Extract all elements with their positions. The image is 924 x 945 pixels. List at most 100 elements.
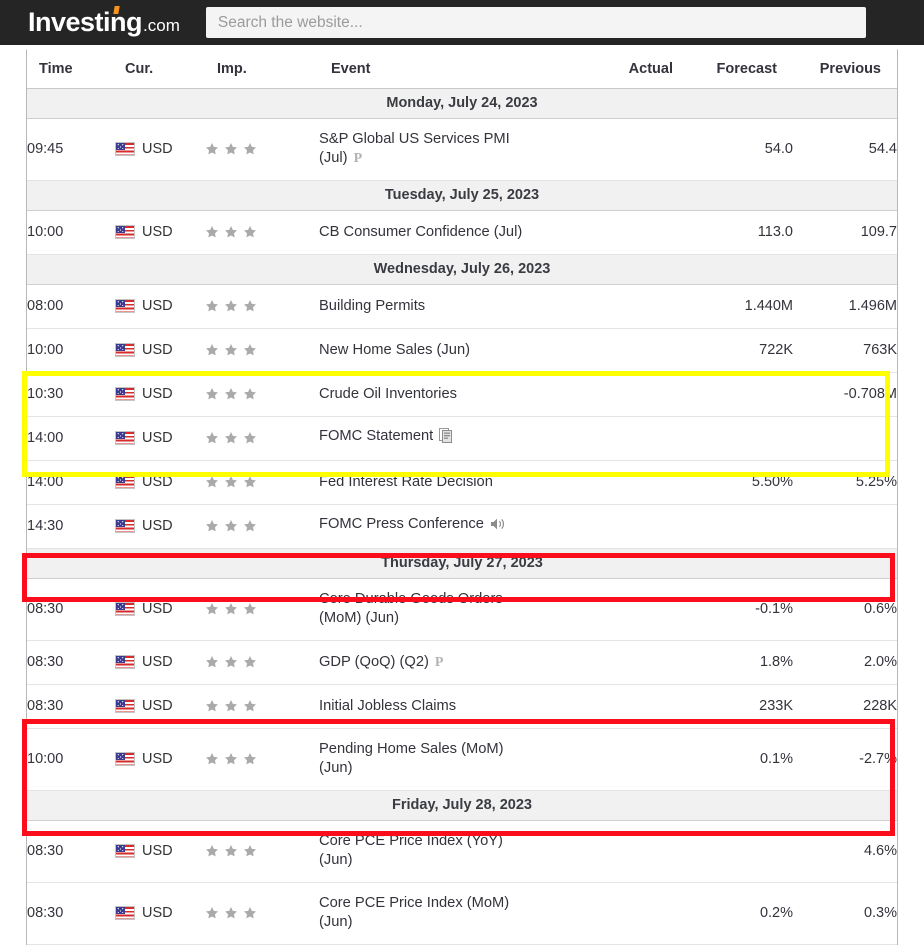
importance-star-icon [206, 143, 218, 155]
event-importance-cell[interactable] [205, 416, 319, 461]
table-row[interactable]: 08:30 USD Core PCE Price Index (MoM) (Jun) 0… [27, 882, 897, 945]
event-importance-cell[interactable] [205, 578, 319, 641]
event-name-cell[interactable]: Initial Jobless Claims [319, 684, 585, 729]
event-currency-cell: USD [113, 882, 205, 945]
column-header-previous[interactable]: Previous [793, 50, 897, 89]
column-header-actual[interactable]: Actual [585, 50, 689, 89]
event-name[interactable]: New Home Sales (Jun) [319, 342, 470, 358]
importance-stars[interactable] [205, 475, 319, 489]
event-name-cell[interactable]: Pending Home Sales (MoM) (Jun) [319, 728, 585, 791]
column-header-event[interactable]: Event [319, 50, 585, 89]
importance-star-icon [206, 226, 218, 238]
table-row[interactable]: 14:30 USD FOMC Press Conference [27, 504, 897, 549]
table-row[interactable]: 08:30 USD Initial Jobless Claims 233K 228K [27, 684, 897, 729]
currency-code: USD [142, 224, 173, 240]
event-name[interactable]: FOMC Statement [319, 428, 453, 444]
event-importance-cell[interactable] [205, 504, 319, 549]
table-row[interactable]: 10:30 USD Crude Oil Inventories -0.708M [27, 372, 897, 417]
table-row[interactable]: 09:45 USD S&P Global US Services PMI (Jul) P… [27, 118, 897, 181]
column-header-forecast[interactable]: Forecast [689, 50, 793, 89]
column-header-currency[interactable]: Cur. [113, 50, 205, 89]
event-importance-cell[interactable] [205, 210, 319, 255]
search-input[interactable] [205, 7, 866, 38]
importance-stars[interactable] [205, 299, 319, 313]
importance-stars[interactable] [205, 142, 319, 156]
event-name[interactable]: Fed Interest Rate Decision [319, 474, 493, 490]
report-document-icon[interactable] [439, 428, 453, 449]
event-time: 14:00 [27, 416, 113, 461]
event-name-cell[interactable]: FOMC Press Conference [319, 504, 585, 549]
table-row[interactable]: 10:00 USD New Home Sales (Jun) 722K 763K [27, 328, 897, 373]
table-row[interactable]: 08:30 USD Core Durable Goods Orders (MoM) (… [27, 578, 897, 641]
search-box[interactable] [205, 7, 866, 38]
table-row[interactable]: 08:30 USD GDP (QoQ) (Q2) P 1.8% 2.0% [27, 640, 897, 685]
table-row[interactable]: 08:30 USD Core PCE Price Index (YoY) (Jun) 4… [27, 820, 897, 883]
logo-wordmark: Investing [28, 6, 143, 36]
event-name-cell[interactable]: Crude Oil Inventories [319, 372, 585, 417]
event-name[interactable]: CB Consumer Confidence (Jul) [319, 224, 522, 240]
event-name-cell[interactable]: Core PCE Price Index (MoM) (Jun) [319, 882, 585, 945]
table-row[interactable]: 14:00 USD Fed Interest Rate Decision 5.50% 5… [27, 460, 897, 505]
event-importance-cell[interactable] [205, 460, 319, 505]
event-importance-cell[interactable] [205, 118, 319, 181]
importance-stars[interactable] [205, 519, 319, 533]
event-currency-cell: USD [113, 504, 205, 549]
event-previous: 0.3% [793, 882, 897, 945]
event-forecast [689, 416, 793, 461]
importance-stars[interactable] [205, 431, 319, 445]
event-time: 09:45 [27, 118, 113, 181]
importance-stars[interactable] [205, 343, 319, 357]
us-flag-icon [115, 299, 135, 313]
event-name-cell[interactable]: FOMC Statement [319, 416, 585, 461]
event-importance-cell[interactable] [205, 882, 319, 945]
event-name[interactable]: Core PCE Price Index (YoY) (Jun) [319, 833, 585, 870]
event-importance-cell[interactable] [205, 284, 319, 329]
event-name[interactable]: Building Permits [319, 298, 425, 314]
event-importance-cell[interactable] [205, 640, 319, 685]
event-previous: 0.6% [793, 578, 897, 641]
table-row[interactable]: 08:00 USD Building Permits 1.440M 1.496M [27, 284, 897, 329]
column-header-importance[interactable]: Imp. [205, 50, 319, 89]
event-name-cell[interactable]: Core PCE Price Index (YoY) (Jun) [319, 820, 585, 883]
event-importance-cell[interactable] [205, 820, 319, 883]
event-currency-cell: USD [113, 728, 205, 791]
event-name[interactable]: FOMC Press Conference [319, 516, 506, 532]
event-name-cell[interactable]: S&P Global US Services PMI (Jul) P [319, 118, 585, 181]
event-name-cell[interactable]: Fed Interest Rate Decision [319, 460, 585, 505]
importance-stars[interactable] [205, 906, 319, 920]
event-name[interactable]: S&P Global US Services PMI (Jul) P [319, 131, 585, 168]
importance-stars[interactable] [205, 387, 319, 401]
importance-stars[interactable] [205, 844, 319, 858]
investing-com-logo[interactable]: Investing .com [28, 6, 180, 36]
importance-stars[interactable] [205, 752, 319, 766]
event-name[interactable]: Core PCE Price Index (MoM) (Jun) [319, 895, 585, 932]
event-importance-cell[interactable] [205, 728, 319, 791]
event-name-cell[interactable]: Core Durable Goods Orders (MoM) (Jun) [319, 578, 585, 641]
table-row[interactable]: 14:00 USD FOMC Statement [27, 416, 897, 461]
event-importance-cell[interactable] [205, 372, 319, 417]
importance-stars[interactable] [205, 655, 319, 669]
event-actual [585, 118, 689, 181]
currency-code: USD [142, 698, 173, 714]
event-importance-cell[interactable] [205, 328, 319, 373]
column-header-time[interactable]: Time [27, 50, 113, 89]
event-name-cell[interactable]: Building Permits [319, 284, 585, 329]
event-name[interactable]: Core Durable Goods Orders (MoM) (Jun) [319, 591, 585, 628]
speaker-audio-icon[interactable] [490, 517, 506, 537]
event-name-cell[interactable]: CB Consumer Confidence (Jul) [319, 210, 585, 255]
table-row[interactable]: 10:00 USD CB Consumer Confidence (Jul) 113.… [27, 210, 897, 255]
importance-stars[interactable] [205, 602, 319, 616]
preliminary-p-icon[interactable]: P [354, 149, 363, 168]
importance-stars[interactable] [205, 699, 319, 713]
event-name-cell[interactable]: New Home Sales (Jun) [319, 328, 585, 373]
event-name[interactable]: GDP (QoQ) (Q2) P [319, 654, 443, 670]
importance-stars[interactable] [205, 225, 319, 239]
calendar-day-header-row: Tuesday, July 25, 2023 [27, 179, 897, 211]
event-importance-cell[interactable] [205, 684, 319, 729]
event-name[interactable]: Initial Jobless Claims [319, 698, 456, 714]
event-name[interactable]: Pending Home Sales (MoM) (Jun) [319, 741, 585, 778]
event-name-cell[interactable]: GDP (QoQ) (Q2) P [319, 640, 585, 685]
event-name[interactable]: Crude Oil Inventories [319, 386, 457, 402]
preliminary-p-icon[interactable]: P [435, 653, 444, 672]
table-row[interactable]: 10:00 USD Pending Home Sales (MoM) (Jun) 0.1… [27, 728, 897, 791]
